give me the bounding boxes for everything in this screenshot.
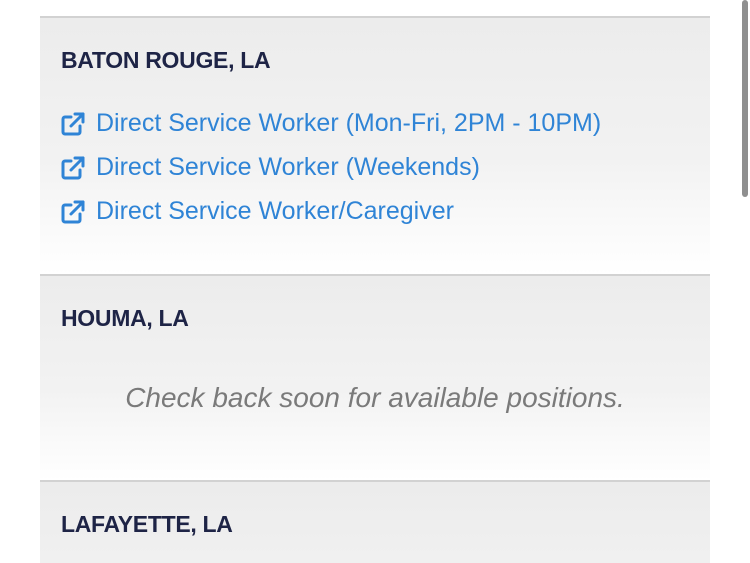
- job-link-direct-service-worker-caregiver[interactable]: Direct Service Worker/Caregiver: [60, 197, 454, 226]
- external-link-icon: [61, 112, 85, 135]
- location-card-baton-rouge: BATON ROUGE, LA Direct Service Worker (M…: [40, 16, 710, 275]
- job-link-label[interactable]: Direct Service Worker (Weekends): [96, 153, 480, 182]
- location-heading: HOUMA, LA: [61, 305, 189, 331]
- job-link-direct-service-worker-weekends[interactable]: Direct Service Worker (Weekends): [60, 153, 480, 182]
- no-positions-message: Check back soon for available positions.: [125, 382, 625, 413]
- location-heading: LAFAYETTE, LA: [61, 511, 233, 537]
- job-link-label[interactable]: Direct Service Worker/Caregiver: [96, 197, 454, 226]
- job-listings-page: BATON ROUGE, LA Direct Service Worker (M…: [0, 0, 750, 563]
- location-card-houma: HOUMA, LA Check back soon for available …: [40, 274, 710, 481]
- scrollbar-thumb[interactable]: [742, 0, 748, 197]
- job-link-label[interactable]: Direct Service Worker (Mon-Fri, 2PM - 10…: [96, 109, 601, 138]
- job-link-direct-service-worker-mon-fri[interactable]: Direct Service Worker (Mon-Fri, 2PM - 10…: [60, 109, 601, 138]
- location-heading: BATON ROUGE, LA: [61, 47, 271, 73]
- location-card-lafayette: LAFAYETTE, LA: [40, 480, 710, 563]
- external-link-icon: [61, 200, 85, 223]
- external-link-icon: [61, 156, 85, 179]
